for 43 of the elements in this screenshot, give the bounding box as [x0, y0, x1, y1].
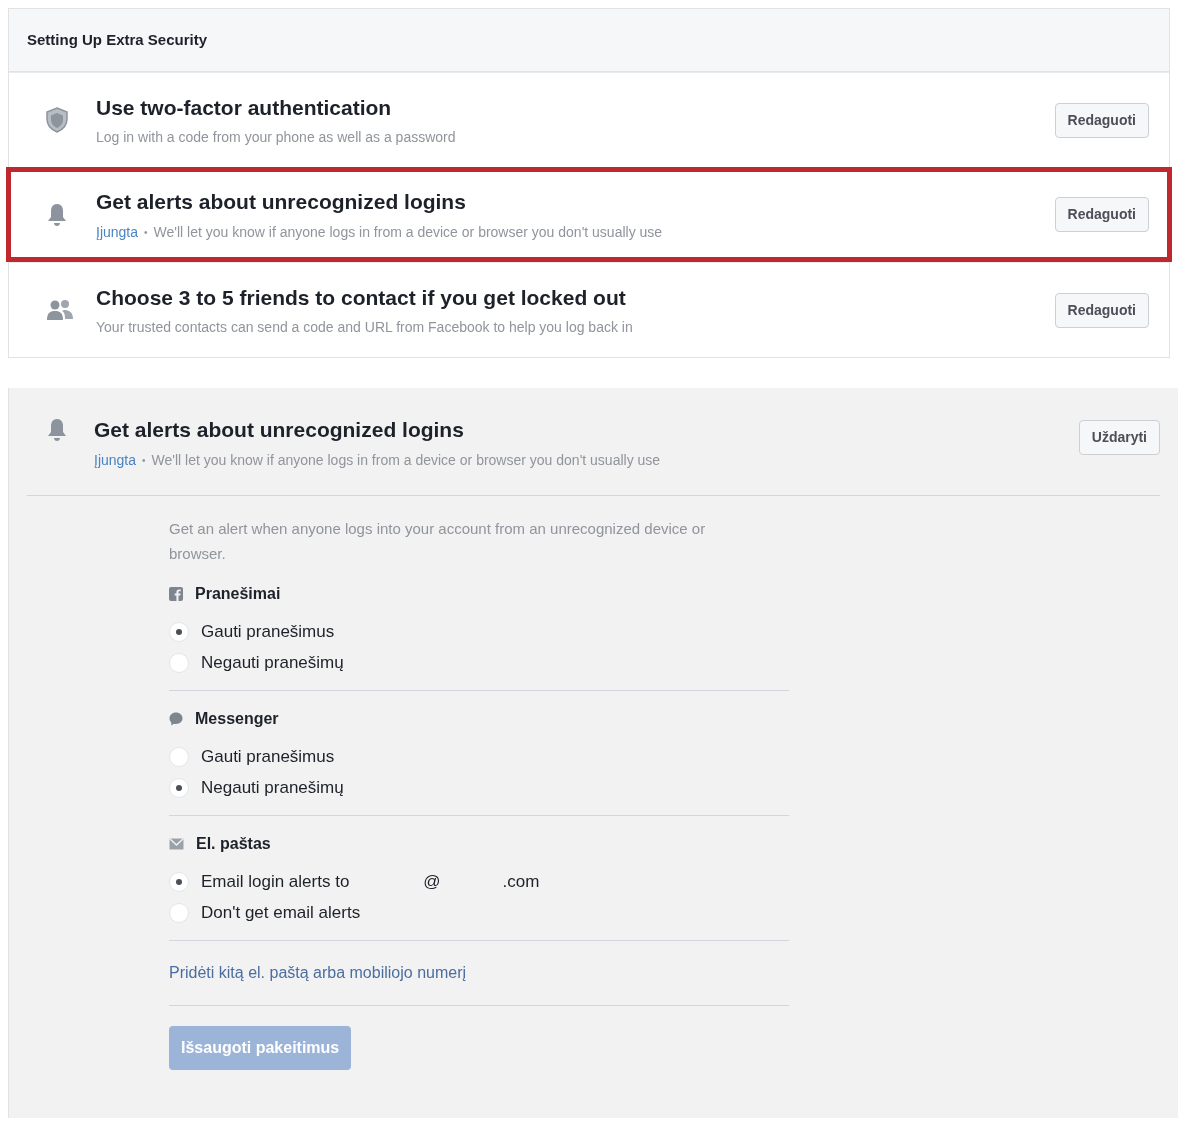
row-title: Use two-factor authentication	[96, 94, 393, 121]
radio-button[interactable]	[169, 653, 189, 673]
status-link[interactable]: Įjungta	[94, 449, 137, 471]
row-title: Choose 3 to 5 friends to contact if you get locked out	[96, 284, 627, 311]
shield-icon	[46, 107, 68, 133]
people-icon	[46, 299, 74, 321]
radio-button[interactable]	[169, 872, 189, 892]
option-label: Negauti pranešimų	[201, 777, 344, 800]
option-label: Gauti pranešimus	[201, 621, 335, 644]
email-address-part: .com	[502, 871, 540, 894]
close-button[interactable]: Uždaryti	[1078, 420, 1160, 455]
bell-icon	[46, 418, 68, 442]
option-label: Don't get email alerts	[201, 902, 361, 925]
radio-button[interactable]	[169, 778, 189, 798]
facebook-icon	[169, 586, 183, 601]
description-text: Your trusted contacts can send a code and URL from Facebook to help you log back in	[96, 318, 633, 338]
description-text: Log in with a code from your phone as well as a password	[96, 128, 456, 148]
edit-button[interactable]: Redaguoti	[1054, 292, 1149, 328]
edit-button[interactable]: Redaguoti	[1054, 197, 1149, 232]
chat-bubble-icon	[169, 711, 183, 726]
card-title: Setting Up Extra Security	[27, 29, 208, 50]
option-label: Gauti pranešimus	[201, 746, 335, 769]
bell-icon	[46, 202, 68, 227]
radio-button[interactable]	[169, 903, 189, 923]
bullet-separator: •	[142, 453, 146, 468]
bullet-separator: •	[144, 225, 148, 240]
group-title: Messenger	[195, 708, 279, 729]
radio-button[interactable]	[169, 622, 189, 642]
email-address-part: @	[423, 871, 441, 894]
description-text: We'll let you know if anyone logs in from a device or browser you don't usually use	[151, 450, 661, 470]
group-title: Pranešimai	[195, 583, 281, 604]
option-label: Email login alerts to	[201, 871, 350, 894]
add-contact-link[interactable]: Pridėti kitą el. paštą arba mobiliojo numerį	[169, 963, 467, 981]
status-link[interactable]: Įjungta	[96, 221, 139, 243]
description-text: We'll let you know if anyone logs in from a device or browser you don't usually use	[153, 222, 663, 242]
intro-text: Get an alert when anyone logs into your account from an unrecognized device or browser.	[169, 518, 707, 564]
row-title: Get alerts about unrecognized logins	[96, 189, 467, 216]
panel-title: Get alerts about unrecognized logins	[94, 417, 465, 443]
group-title: El. paštas	[196, 833, 271, 854]
radio-button[interactable]	[169, 747, 189, 767]
envelope-icon	[169, 837, 184, 850]
edit-button[interactable]: Redaguoti	[1054, 102, 1149, 138]
option-label: Negauti pranešimų	[201, 652, 344, 675]
